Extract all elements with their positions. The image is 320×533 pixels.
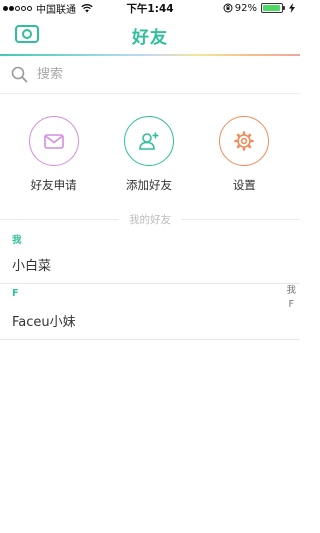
status-bar: 中国联通 下午1:44 92% — [0, 0, 300, 16]
my-friends-label: 我的好友 — [119, 211, 181, 227]
gear-icon — [234, 131, 255, 151]
status-left: 中国联通 — [3, 1, 93, 16]
battery-percent: 92% — [234, 2, 257, 14]
friend-requests-button[interactable]: 好友申请 — [14, 116, 94, 210]
wifi-icon — [81, 3, 93, 12]
add-user-icon — [139, 132, 159, 150]
settings-button[interactable]: 设置 — [204, 116, 284, 210]
add-friend-circle[interactable] — [123, 116, 174, 166]
settings-label: 设置 — [232, 178, 256, 192]
index-item-wo[interactable]: 我 — [286, 284, 296, 298]
carrier-name: 中国联通 — [36, 4, 76, 16]
friend-name: 小白菜 — [12, 258, 52, 274]
index-item-f[interactable]: F — [289, 298, 294, 312]
alphabet-index[interactable]: 我 F — [286, 284, 296, 312]
friend-requests-label: 好友申请 — [30, 178, 77, 192]
my-friends-divider: 我的好友 — [0, 210, 300, 228]
friend-requests-circle[interactable] — [28, 116, 79, 166]
signal-strength-icon — [3, 5, 32, 11]
charging-icon — [289, 3, 295, 13]
page-title: 好友 — [132, 27, 168, 48]
status-right: 92% — [223, 3, 296, 14]
friend-row-xiaobaicai[interactable]: 小白菜 — [0, 245, 300, 284]
friend-name: Faceu小妹 — [12, 314, 76, 330]
header: 好友 — [0, 16, 300, 54]
friend-row-faceu[interactable]: Faceu小妹 — [0, 301, 300, 340]
search-bar[interactable] — [0, 56, 300, 94]
search-icon — [11, 66, 28, 83]
mail-icon — [43, 134, 64, 149]
orientation-lock-icon — [223, 3, 233, 13]
camera-icon[interactable] — [14, 23, 40, 45]
add-friend-label: 添加好友 — [125, 178, 172, 192]
section-header-wo: 我 — [12, 235, 22, 246]
section-header-f: F — [12, 288, 19, 299]
friends-list: 我 小白菜 F Faceu小妹 — [0, 228, 300, 340]
settings-circle[interactable] — [219, 116, 270, 166]
quick-actions: 好友申请 添加好友 设置 — [0, 94, 300, 210]
add-friend-button[interactable]: 添加好友 — [109, 116, 189, 210]
battery-icon — [261, 3, 285, 13]
search-input[interactable] — [37, 67, 257, 82]
